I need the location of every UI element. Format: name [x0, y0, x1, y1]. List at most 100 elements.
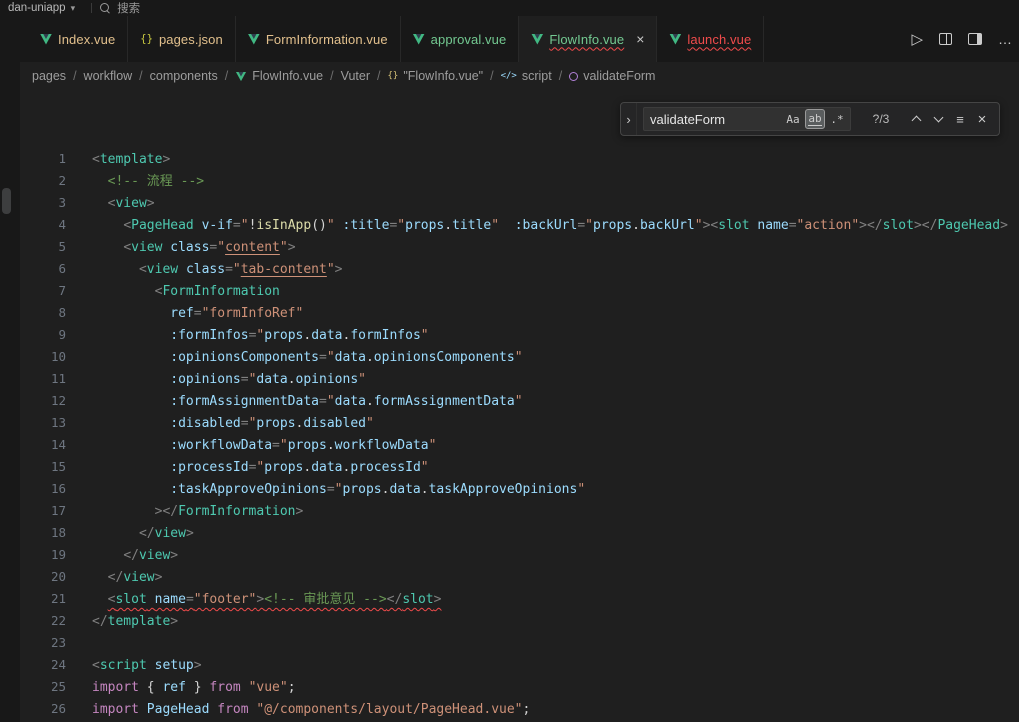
- tab-Index.vue[interactable]: Index.vue: [28, 16, 128, 62]
- code-token: [241, 680, 249, 695]
- code-token: .: [303, 328, 311, 343]
- titlebar: dan-uniapp ▾ 搜索: [0, 0, 1019, 16]
- code-token: =: [319, 350, 327, 365]
- code-token: >: [335, 262, 343, 277]
- code-token: =: [319, 394, 327, 409]
- tab-label: pages.json: [159, 32, 223, 47]
- vue-file-icon: [413, 34, 425, 45]
- code-token: >: [170, 548, 178, 563]
- vue-file-icon: [248, 34, 260, 45]
- close-find-button[interactable]: ×: [971, 108, 993, 130]
- breadcrumb-label: workflow: [84, 69, 133, 83]
- code-line: 24<script setup>: [20, 654, 1019, 676]
- line-number: 24: [20, 654, 66, 676]
- tab-FlowInfo.vue[interactable]: FlowInfo.vue×: [519, 16, 657, 62]
- breadcrumb-label: components: [150, 69, 218, 83]
- code-token: [92, 526, 139, 541]
- layout-button[interactable]: [968, 33, 982, 45]
- tab-FormInformation.vue[interactable]: FormInformation.vue: [236, 16, 401, 62]
- code-token: [92, 240, 123, 255]
- code-token: [92, 394, 170, 409]
- code-token: [92, 438, 170, 453]
- code-line: 15 :processId="props.data.processId": [20, 456, 1019, 478]
- code-token: =: [225, 262, 233, 277]
- code-line: 9 :formInfos="props.data.formInfos": [20, 324, 1019, 346]
- find-in-selection-button[interactable]: ≡: [949, 108, 971, 130]
- code-token: props: [256, 416, 295, 431]
- code-token: taskApproveOpinions: [429, 482, 578, 497]
- previous-match-button[interactable]: [905, 108, 927, 130]
- more-actions-button[interactable]: …: [998, 31, 1013, 47]
- code-token: ": [421, 460, 429, 475]
- code-token: view: [115, 196, 146, 211]
- code-token: :processId: [170, 460, 248, 475]
- code-token: ></: [155, 504, 178, 519]
- project-menu[interactable]: dan-uniapp ▾: [0, 0, 83, 16]
- code-token: [92, 306, 170, 321]
- code-token: ": [327, 350, 335, 365]
- code-token: ;: [523, 702, 531, 717]
- code-token: >: [296, 504, 304, 519]
- breadcrumb-item-components[interactable]: components: [150, 69, 218, 83]
- line-number: 15: [20, 456, 66, 478]
- line-number: 26: [20, 698, 66, 720]
- code-token: .: [327, 438, 335, 453]
- code-line: 25import { ref } from "vue";: [20, 676, 1019, 698]
- run-button[interactable]: ▷: [911, 32, 923, 47]
- breadcrumb-item-pages[interactable]: pages: [32, 69, 66, 83]
- tab-label: Index.vue: [58, 32, 115, 47]
- breadcrumb-item-FlowInfo.vue[interactable]: FlowInfo.vue: [235, 69, 323, 83]
- line-number: 7: [20, 280, 66, 302]
- code-token: v-if: [202, 218, 233, 233]
- sidebar-drag-handle[interactable]: [2, 188, 11, 214]
- code-token: ></: [859, 218, 882, 233]
- match-case-toggle[interactable]: Aa: [783, 109, 803, 129]
- find-expand-toggle[interactable]: ›: [621, 103, 637, 135]
- regex-toggle[interactable]: .*: [827, 109, 847, 129]
- symbol-method-icon: [569, 72, 578, 81]
- code-line: 14 :workflowData="props.workflowData": [20, 434, 1019, 456]
- code-line: 13 :disabled="props.disabled": [20, 412, 1019, 434]
- code-token: slot: [115, 592, 146, 607]
- editor-pane[interactable]: › validateForm Aa ab .* ?/3 ≡ × 1<templa…: [20, 90, 1019, 722]
- code-area[interactable]: 1<template>2 <!-- 流程 -->3 <view>4 <PageH…: [20, 90, 1019, 720]
- code-token: view: [123, 570, 154, 585]
- code-token: [147, 658, 155, 673]
- code-token: :disabled: [170, 416, 240, 431]
- tab-approval.vue[interactable]: approval.vue: [401, 16, 520, 62]
- code-token: ": [233, 262, 241, 277]
- whole-word-toggle[interactable]: ab: [805, 109, 825, 129]
- tab-pages.json[interactable]: {}pages.json: [128, 16, 236, 62]
- find-input[interactable]: validateForm Aa ab .*: [643, 107, 851, 131]
- next-match-button[interactable]: [927, 108, 949, 130]
- breadcrumb-item-script[interactable]: </>script: [501, 69, 552, 83]
- breadcrumb-item-FlowInfo.vue[interactable]: {}"FlowInfo.vue": [388, 69, 484, 83]
- code-line: 6 <view class="tab-content">: [20, 258, 1019, 280]
- code-token: [92, 262, 139, 277]
- code-token: =: [789, 218, 797, 233]
- breadcrumb-item-Vuter[interactable]: Vuter: [341, 69, 370, 83]
- breadcrumb-item-validateForm[interactable]: validateForm: [569, 69, 655, 83]
- tab-list: Index.vue {}pages.jsonFormInformation.vue…: [28, 16, 764, 62]
- code-token: ": [585, 218, 593, 233]
- split-editor-button[interactable]: [939, 33, 952, 45]
- code-token: ": [515, 394, 523, 409]
- titlebar-search[interactable]: 搜索: [100, 0, 140, 16]
- breadcrumb-item-workflow[interactable]: workflow: [84, 69, 133, 83]
- code-token: =: [233, 218, 241, 233]
- code-token: =: [272, 438, 280, 453]
- code-token: FormInformation: [178, 504, 295, 519]
- code-token: ": [280, 438, 288, 453]
- code-token: :title: [343, 218, 390, 233]
- code-token: .: [288, 372, 296, 387]
- code-token: =: [186, 592, 194, 607]
- chevron-down-icon: [933, 113, 943, 123]
- code-token: :backUrl: [515, 218, 578, 233]
- code-token: .: [632, 218, 640, 233]
- code-token: ref: [162, 680, 185, 695]
- close-icon[interactable]: ×: [636, 32, 644, 46]
- tab-launch.vue[interactable]: launch.vue: [657, 16, 764, 62]
- code-token: props: [405, 218, 444, 233]
- code-token: ": [695, 218, 703, 233]
- search-label: 搜索: [117, 0, 140, 16]
